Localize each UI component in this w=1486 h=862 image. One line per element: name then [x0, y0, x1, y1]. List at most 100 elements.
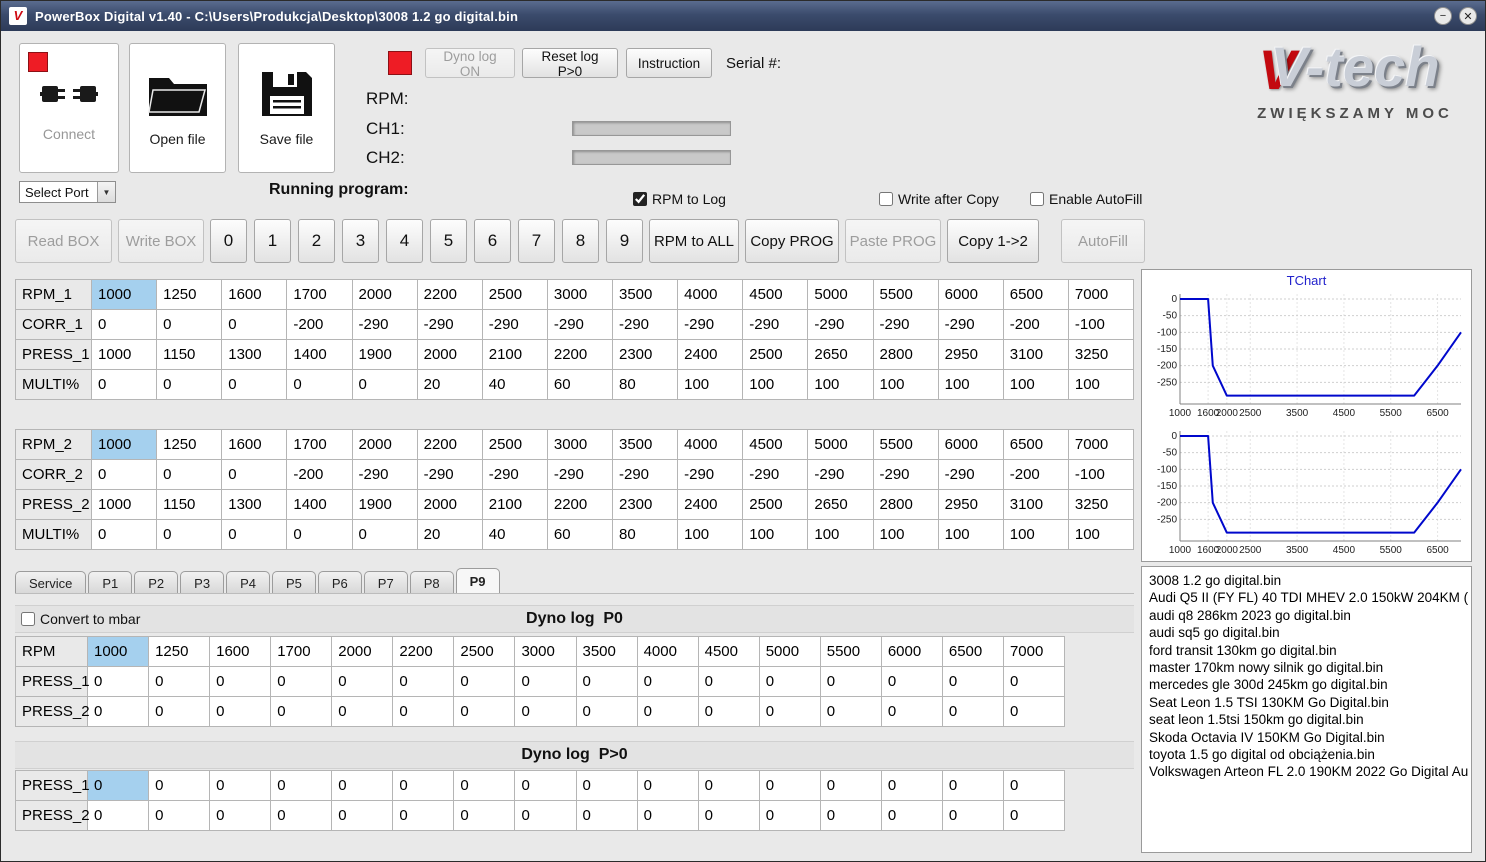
table-cell[interactable]: 3000: [546, 429, 614, 460]
convert-to-mbar-checkbox-input[interactable]: [21, 612, 35, 626]
table-cell[interactable]: 0: [392, 696, 455, 727]
table-cell[interactable]: 0: [880, 666, 943, 697]
file-list-item[interactable]: Audi Q5 II (FY FL) 40 TDI MHEV 2.0 150kW…: [1149, 589, 1468, 606]
table-cell[interactable]: 1900: [351, 339, 418, 370]
table-cell[interactable]: 1000: [90, 339, 158, 370]
table-cell[interactable]: 3100: [1002, 339, 1069, 370]
table-cell[interactable]: 0: [86, 800, 150, 831]
tab-p8[interactable]: P8: [409, 571, 454, 594]
tab-p1[interactable]: P1: [88, 571, 133, 594]
table-cell[interactable]: 3500: [575, 636, 638, 667]
table-cell[interactable]: 1000: [90, 429, 158, 460]
table-cell[interactable]: 1000: [86, 636, 150, 667]
table-cell[interactable]: 0: [392, 666, 455, 697]
autofill-button[interactable]: AutoFill: [1061, 219, 1145, 263]
table-cell[interactable]: 2200: [546, 489, 614, 520]
file-list-item[interactable]: 3008 1.2 go digital.bin: [1149, 572, 1464, 589]
tab-p3[interactable]: P3: [180, 571, 225, 594]
table-cell[interactable]: 40: [481, 519, 548, 550]
digit-button-2[interactable]: 2: [298, 219, 335, 263]
file-list-item[interactable]: seat leon 1.5tsi 150km go digital.bin: [1149, 711, 1464, 728]
table-cell[interactable]: 0: [156, 369, 223, 400]
table-cell[interactable]: -290: [677, 309, 744, 340]
digit-button-0[interactable]: 0: [210, 219, 247, 263]
table-cell[interactable]: 0: [941, 800, 1004, 831]
table-cell[interactable]: 1300: [221, 489, 288, 520]
table-cell[interactable]: 0: [514, 770, 577, 801]
table-cell[interactable]: 0: [331, 770, 394, 801]
table-cell[interactable]: 0: [636, 770, 699, 801]
file-list-item[interactable]: Volkswagen Arteon FL 2.0 190KM 2022 Go D…: [1149, 763, 1468, 780]
table-cell[interactable]: 0: [758, 666, 821, 697]
table-cell[interactable]: 5500: [872, 429, 939, 460]
table-cell[interactable]: 100: [1067, 369, 1135, 400]
table-cell[interactable]: 0: [636, 800, 699, 831]
table-cell[interactable]: 0: [351, 519, 418, 550]
table-cell[interactable]: 1000: [90, 279, 158, 310]
file-list-item[interactable]: Seat Leon 1.5 TSI 130KM Go Digital.bin: [1149, 694, 1464, 711]
table-cell[interactable]: 100: [742, 369, 809, 400]
table-cell[interactable]: 3250: [1067, 339, 1135, 370]
table-cell[interactable]: 2100: [481, 339, 548, 370]
table-cell[interactable]: 0: [453, 770, 516, 801]
table-cell[interactable]: 0: [270, 666, 333, 697]
table-cell[interactable]: -290: [937, 309, 1004, 340]
table-cell[interactable]: 0: [86, 666, 150, 697]
table-cell[interactable]: 0: [209, 800, 272, 831]
close-button[interactable]: ✕: [1459, 7, 1477, 25]
table-cell[interactable]: -200: [286, 309, 353, 340]
table-cell[interactable]: -290: [546, 309, 614, 340]
table-cell[interactable]: 1600: [221, 279, 288, 310]
table-cell[interactable]: 60: [546, 519, 614, 550]
table-cell[interactable]: 7000: [1002, 636, 1066, 667]
table-cell[interactable]: -290: [807, 459, 874, 490]
table-cell[interactable]: 1150: [156, 339, 223, 370]
table-cell[interactable]: 0: [941, 770, 1004, 801]
table-cell[interactable]: 1600: [221, 429, 288, 460]
table-cell[interactable]: 2950: [937, 489, 1004, 520]
digit-button-6[interactable]: 6: [474, 219, 511, 263]
file-list-item[interactable]: mercedes gle 300d 245km go digital.bin: [1149, 676, 1464, 693]
table-cell[interactable]: 0: [209, 666, 272, 697]
table-cell[interactable]: 100: [872, 369, 939, 400]
table-cell[interactable]: 5500: [819, 636, 882, 667]
table-cell[interactable]: 0: [156, 309, 223, 340]
table-cell[interactable]: 3100: [1002, 489, 1069, 520]
table-cell[interactable]: 80: [611, 369, 679, 400]
table-cell[interactable]: 0: [819, 696, 882, 727]
table-cell[interactable]: 0: [880, 800, 943, 831]
reset-log-button[interactable]: Reset log P>0: [522, 48, 618, 79]
table-cell[interactable]: 0: [148, 666, 211, 697]
table-cell[interactable]: 100: [1002, 519, 1069, 550]
table-cell[interactable]: 0: [351, 369, 418, 400]
table-cell[interactable]: 1400: [286, 339, 353, 370]
tab-p9[interactable]: P9: [455, 568, 500, 594]
write-after-copy-checkbox-input[interactable]: [879, 192, 893, 206]
table-cell[interactable]: 0: [453, 800, 516, 831]
table-cell[interactable]: 2200: [546, 339, 614, 370]
table-cell[interactable]: 0: [575, 666, 638, 697]
table-cell[interactable]: 1250: [148, 636, 211, 667]
table-cell[interactable]: 1000: [90, 489, 158, 520]
digit-button-7[interactable]: 7: [518, 219, 555, 263]
table-cell[interactable]: 2500: [742, 489, 809, 520]
table-cell[interactable]: 0: [1002, 696, 1066, 727]
table-cell[interactable]: 0: [880, 770, 943, 801]
table-cell[interactable]: 100: [937, 519, 1004, 550]
table-cell[interactable]: -290: [807, 309, 874, 340]
table-cell[interactable]: 2500: [742, 339, 809, 370]
table-cell[interactable]: 0: [331, 696, 394, 727]
table-cell[interactable]: 1900: [351, 489, 418, 520]
tab-service[interactable]: Service: [15, 571, 87, 594]
table-cell[interactable]: 7000: [1067, 429, 1135, 460]
dropdown-arrow-icon[interactable]: ▼: [97, 182, 115, 202]
table-cell[interactable]: 5500: [872, 279, 939, 310]
read-box-button[interactable]: Read BOX: [15, 219, 112, 263]
table-cell[interactable]: -290: [611, 459, 679, 490]
table-cell[interactable]: 2100: [481, 489, 548, 520]
paste-prog-button[interactable]: Paste PROG: [845, 219, 941, 263]
table-cell[interactable]: 2500: [481, 429, 548, 460]
table-cell[interactable]: 100: [677, 369, 744, 400]
table-cell[interactable]: 0: [209, 696, 272, 727]
tab-p6[interactable]: P6: [317, 571, 362, 594]
